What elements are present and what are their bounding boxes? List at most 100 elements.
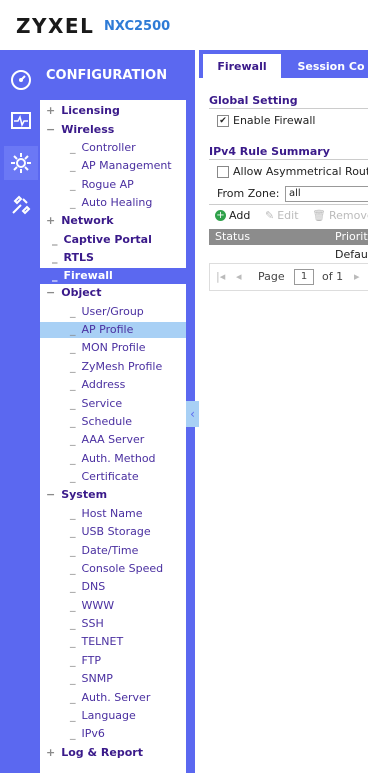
nav-item-www[interactable]: _ WWW: [70, 599, 114, 612]
nav-label: Auth. Server: [81, 691, 151, 704]
tree-dash-icon: _: [70, 507, 76, 520]
add-button[interactable]: + Add: [215, 209, 250, 222]
ipv4-rule-summary-title: IPv4 Rule Summary: [209, 145, 330, 158]
tree-dash-icon: _: [70, 196, 76, 209]
allow-asymmetrical-route-row[interactable]: Allow Asymmetrical Route: [217, 165, 368, 178]
nav-item-console-speed[interactable]: _ Console Speed: [70, 562, 163, 575]
nav-item-dns[interactable]: _ DNS: [70, 580, 105, 593]
nav-item-object[interactable]: − Object: [46, 286, 101, 299]
nav-item-network[interactable]: + Network: [46, 214, 114, 227]
divider: [209, 204, 368, 205]
nav-item-usb-storage[interactable]: _ USB Storage: [70, 525, 151, 538]
nav-item-controller[interactable]: _ Controller: [70, 141, 136, 154]
tree-dash-icon: _: [70, 562, 76, 575]
remove-trash-icon: 🗑: [312, 209, 326, 222]
nav-item-licensing[interactable]: + Licensing: [46, 104, 120, 117]
allow-asymmetrical-route-checkbox[interactable]: [217, 165, 229, 178]
enable-firewall-row[interactable]: ✔ Enable Firewall: [217, 114, 315, 127]
nav-label: Object: [61, 286, 102, 299]
maintenance-tools-icon[interactable]: [4, 188, 38, 222]
first-page-icon[interactable]: |◂: [216, 270, 225, 283]
nav-label: Licensing: [61, 104, 120, 117]
expand-plus-icon: +: [46, 104, 56, 117]
nav-label: Captive Portal: [63, 233, 152, 246]
tree-dash-icon: _: [70, 544, 76, 557]
tree-dash-icon: _: [70, 617, 76, 630]
tree-dash-icon: _: [52, 233, 58, 246]
nav-item-rogue-ap[interactable]: _ Rogue AP: [70, 178, 134, 191]
page-of-label: of 1: [322, 270, 344, 283]
nav-label: Auto Healing: [81, 196, 153, 209]
nav-item-certificate[interactable]: _ Certificate: [70, 470, 139, 483]
nav-label: TELNET: [81, 635, 124, 648]
nav-item-schedule[interactable]: _ Schedule: [70, 415, 132, 428]
page-number-input[interactable]: 1: [294, 269, 314, 285]
nav-item-ftp[interactable]: _ FTP: [70, 654, 101, 667]
nav-item-zymesh-profile[interactable]: _ ZyMesh Profile: [70, 360, 162, 373]
nav-label: AP Profile: [81, 323, 134, 336]
nav-item-auto-healing[interactable]: _ Auto Healing: [70, 196, 152, 209]
nav-item-date-time[interactable]: _ Date/Time: [70, 544, 138, 557]
from-zone-select[interactable]: all: [285, 186, 368, 202]
next-page-icon[interactable]: ▸: [354, 270, 360, 283]
nav-item-firewall[interactable]: _ Firewall: [52, 269, 113, 282]
row-priority: Default: [335, 248, 368, 261]
tree-dash-icon: _: [70, 654, 76, 667]
nav-item-ap-management[interactable]: _ AP Management: [70, 159, 172, 172]
tree-dash-icon: _: [70, 305, 76, 318]
nav-label: DNS: [81, 580, 106, 593]
nav-item-address[interactable]: _ Address: [70, 378, 125, 391]
nav-item-mon-profile[interactable]: _ MON Profile: [70, 341, 146, 354]
nav-label: AAA Server: [81, 433, 145, 446]
page-label: Page: [258, 270, 285, 283]
nav-item-auth-server[interactable]: _ Auth. Server: [70, 691, 150, 704]
global-setting-title: Global Setting: [209, 94, 298, 107]
nav-label: Controller: [81, 141, 136, 154]
remove-button[interactable]: 🗑 Remove: [312, 209, 368, 222]
nav-item-snmp[interactable]: _ SNMP: [70, 672, 113, 685]
remove-label: Remove: [328, 209, 368, 222]
table-row[interactable]: Default: [209, 245, 368, 264]
nav-item-rtls[interactable]: _ RTLS: [52, 251, 94, 264]
nav-item-log-report[interactable]: + Log & Report: [46, 746, 143, 759]
nav-item-captive-portal[interactable]: _ Captive Portal: [52, 233, 152, 246]
tree-dash-icon: _: [70, 415, 76, 428]
nav-item-ipv6[interactable]: _ IPv6: [70, 727, 105, 740]
nav-label: Network: [61, 214, 114, 227]
tree-dash-icon: _: [70, 525, 76, 538]
nav-item-auth-method[interactable]: _ Auth. Method: [70, 452, 156, 465]
expand-plus-icon: +: [46, 214, 56, 227]
edit-button[interactable]: ✎ Edit: [265, 209, 299, 222]
tab-session-control[interactable]: Session Co: [281, 54, 368, 78]
tree-dash-icon: _: [70, 397, 76, 410]
nav-label: Address: [81, 378, 126, 391]
nav-label: Date/Time: [81, 544, 139, 557]
nav-item-host-name[interactable]: _ Host Name: [70, 507, 143, 520]
nav-item-user-group[interactable]: _ User/Group: [70, 305, 144, 318]
nav-label: ZyMesh Profile: [81, 360, 163, 373]
prev-page-icon[interactable]: ◂: [236, 270, 242, 283]
nav-item-language[interactable]: _ Language: [70, 709, 136, 722]
nav-item-service[interactable]: _ Service: [70, 397, 122, 410]
tab-firewall[interactable]: Firewall: [203, 54, 281, 78]
collapse-chevron-left-icon[interactable]: ‹: [186, 401, 199, 427]
tree-dash-icon: _: [52, 251, 58, 264]
tree-dash-icon: _: [70, 433, 76, 446]
nav-label: Wireless: [61, 123, 115, 136]
dashboard-icon[interactable]: [4, 62, 38, 96]
tree-dash-icon: _: [70, 709, 76, 722]
nav-item-wireless[interactable]: − Wireless: [46, 123, 114, 136]
nav-item-telnet[interactable]: _ TELNET: [70, 635, 123, 648]
nav-item-system[interactable]: − System: [46, 488, 107, 501]
nav-item-ap-profile[interactable]: _ AP Profile: [70, 323, 133, 336]
tree-dash-icon: _: [70, 691, 76, 704]
enable-firewall-checkbox[interactable]: ✔: [217, 114, 229, 127]
tree-dash-icon: _: [52, 269, 58, 282]
monitor-icon[interactable]: [4, 104, 38, 138]
nav-item-aaa-server[interactable]: _ AAA Server: [70, 433, 144, 446]
from-zone-label: From Zone:: [217, 187, 280, 200]
collapse-minus-icon: −: [46, 488, 56, 501]
nav-item-ssh[interactable]: _ SSH: [70, 617, 104, 630]
configuration-gear-icon[interactable]: [4, 146, 38, 180]
nav-label: Firewall: [63, 269, 113, 282]
